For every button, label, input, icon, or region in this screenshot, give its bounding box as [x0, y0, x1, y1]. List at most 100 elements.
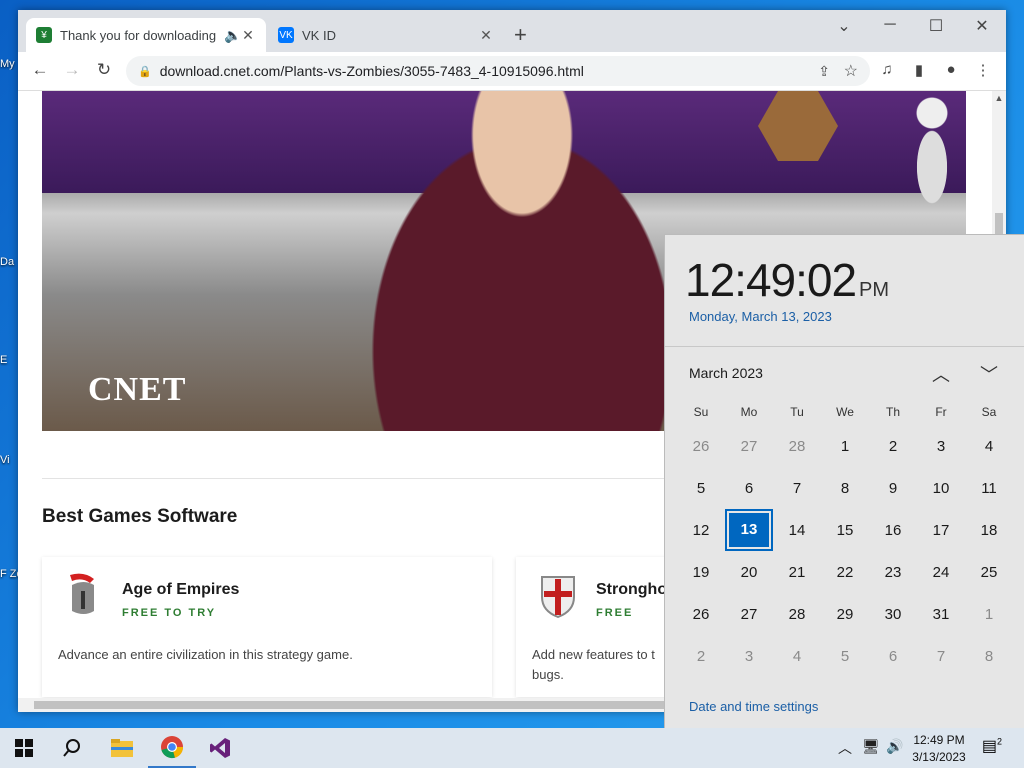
- calendar-week-row: 26 27 28 29 30 31 1: [677, 593, 1013, 635]
- tab-vk-id[interactable]: VK VK ID ✕: [268, 18, 504, 52]
- hexagon-shelf-image: [758, 91, 838, 161]
- date-time-settings-link[interactable]: Date and time settings: [689, 699, 818, 714]
- calendar-day[interactable]: 23: [869, 564, 917, 581]
- software-card[interactable]: Strongho FREE Add new features to t bugs…: [516, 557, 676, 697]
- calendar-day[interactable]: 30: [869, 606, 917, 623]
- desktop-icon-label[interactable]: F Zo: [0, 568, 20, 580]
- calendar-day[interactable]: 24: [917, 564, 965, 581]
- calendar-day[interactable]: 25: [965, 564, 1013, 581]
- card-description: Advance an entire civilization in this s…: [58, 647, 353, 662]
- card-title[interactable]: Age of Empires: [122, 581, 239, 599]
- calendar-day[interactable]: 26: [677, 438, 725, 455]
- calendar-day[interactable]: 20: [725, 564, 773, 581]
- chevron-up-icon[interactable]: ︿: [838, 738, 852, 758]
- profile-icon[interactable]: ●: [940, 61, 962, 78]
- tab-title: Thank you for downloading: [60, 27, 217, 43]
- calendar-day[interactable]: 4: [965, 438, 1013, 455]
- search-icon[interactable]: [48, 728, 96, 768]
- media-control-icon[interactable]: ♫: [876, 61, 898, 78]
- cnet-logo: CNET: [88, 371, 187, 408]
- calendar-day[interactable]: 28: [773, 438, 821, 455]
- close-tab-icon[interactable]: ✕: [240, 27, 256, 44]
- calendar-day[interactable]: 4: [773, 648, 821, 665]
- network-icon[interactable]: 🖥: [862, 738, 880, 755]
- desktop-icon-label[interactable]: Da: [0, 256, 20, 268]
- calendar-day-label: 13: [725, 509, 773, 551]
- calendar-day[interactable]: 27: [725, 606, 773, 623]
- reload-button[interactable]: ↻: [92, 60, 116, 82]
- taskbar-clock[interactable]: 12:49 PM 3/13/2023: [908, 732, 970, 766]
- calendar-day[interactable]: 7: [917, 648, 965, 665]
- calendar-day[interactable]: 8: [821, 480, 869, 497]
- chevron-up-icon[interactable]: ︿: [929, 361, 953, 387]
- tab-thank-you[interactable]: ¥ Thank you for downloading 🔈 ✕: [26, 18, 266, 52]
- side-panel-icon[interactable]: ▮: [908, 61, 930, 79]
- desktop-icon-label[interactable]: My: [0, 58, 20, 70]
- calendar-day[interactable]: 9: [869, 480, 917, 497]
- close-window-button[interactable]: ✕: [960, 16, 1004, 36]
- lock-icon[interactable]: 🔒: [138, 65, 152, 78]
- calendar-day[interactable]: 26: [677, 606, 725, 623]
- share-icon[interactable]: ⇪: [818, 63, 830, 80]
- month-label[interactable]: March 2023: [689, 365, 763, 381]
- volume-icon[interactable]: 🔊: [886, 738, 903, 755]
- calendar-day[interactable]: 7: [773, 480, 821, 497]
- star-icon[interactable]: ☆: [844, 61, 858, 81]
- calendar-day[interactable]: 1: [821, 438, 869, 455]
- calendar-day[interactable]: 18: [965, 522, 1013, 539]
- speaker-icon[interactable]: 🔈: [224, 27, 241, 44]
- notifications-icon[interactable]: ▤2: [980, 736, 1004, 760]
- calendar-day[interactable]: 29: [821, 606, 869, 623]
- calendar-day[interactable]: 31: [917, 606, 965, 623]
- software-card[interactable]: Age of Empires FREE TO TRY Advance an en…: [42, 557, 492, 697]
- forward-button[interactable]: →: [60, 60, 84, 82]
- calendar-day[interactable]: 21: [773, 564, 821, 581]
- calendar-week-row: 5 6 7 8 9 10 11: [677, 467, 1013, 509]
- calendar-week-row: 26 27 28 1 2 3 4: [677, 425, 1013, 467]
- calendar-day[interactable]: 5: [677, 480, 725, 497]
- calendar-day[interactable]: 6: [725, 480, 773, 497]
- file-explorer-icon[interactable]: [98, 728, 146, 768]
- tab-title: VK ID: [302, 27, 336, 43]
- weekday-header-row: Su Mo Tu We Th Fr Sa: [677, 399, 1013, 425]
- calendar-day[interactable]: 1: [965, 606, 1013, 623]
- desktop-icon-label[interactable]: Vi: [0, 454, 20, 466]
- calendar-day[interactable]: 22: [821, 564, 869, 581]
- scroll-up-arrow[interactable]: ▲: [992, 93, 1006, 103]
- calendar-day-today[interactable]: 13: [725, 509, 773, 551]
- calendar-day[interactable]: 11: [965, 480, 1013, 497]
- calendar-day[interactable]: 6: [869, 648, 917, 665]
- calendar-day[interactable]: 16: [869, 522, 917, 539]
- chevron-down-icon[interactable]: ⌄: [822, 16, 866, 36]
- clock-time: 12:49:02: [685, 254, 857, 306]
- calendar-day[interactable]: 3: [725, 648, 773, 665]
- calendar-day[interactable]: 3: [917, 438, 965, 455]
- calendar-day[interactable]: 14: [773, 522, 821, 539]
- calendar-day[interactable]: 27: [725, 438, 773, 455]
- address-bar[interactable]: 🔒 download.cnet.com/Plants-vs-Zombies/30…: [126, 56, 870, 86]
- calendar-day[interactable]: 10: [917, 480, 965, 497]
- calendar-day[interactable]: 28: [773, 606, 821, 623]
- clock-date-link[interactable]: Monday, March 13, 2023: [689, 309, 832, 324]
- visual-studio-icon[interactable]: [196, 728, 244, 768]
- back-button[interactable]: ←: [28, 60, 52, 82]
- menu-icon[interactable]: ⋮: [972, 61, 994, 79]
- maximize-button[interactable]: ☐: [914, 16, 958, 36]
- calendar-day[interactable]: 2: [677, 648, 725, 665]
- calendar-day[interactable]: 8: [965, 648, 1013, 665]
- new-tab-button[interactable]: +: [514, 24, 527, 46]
- calendar-day[interactable]: 5: [821, 648, 869, 665]
- scrollbar-thumb[interactable]: [34, 701, 674, 709]
- calendar-day[interactable]: 17: [917, 522, 965, 539]
- calendar-day[interactable]: 12: [677, 522, 725, 539]
- close-tab-icon[interactable]: ✕: [478, 27, 494, 44]
- calendar-day[interactable]: 15: [821, 522, 869, 539]
- start-icon[interactable]: [0, 728, 48, 768]
- calendar-day[interactable]: 19: [677, 564, 725, 581]
- minimize-button[interactable]: ─: [868, 16, 912, 34]
- calendar-day[interactable]: 2: [869, 438, 917, 455]
- chevron-down-icon[interactable]: ﹀: [977, 361, 1001, 387]
- chrome-icon[interactable]: [148, 728, 196, 768]
- card-title[interactable]: Strongho: [596, 581, 667, 599]
- desktop-icon-label[interactable]: E: [0, 354, 20, 366]
